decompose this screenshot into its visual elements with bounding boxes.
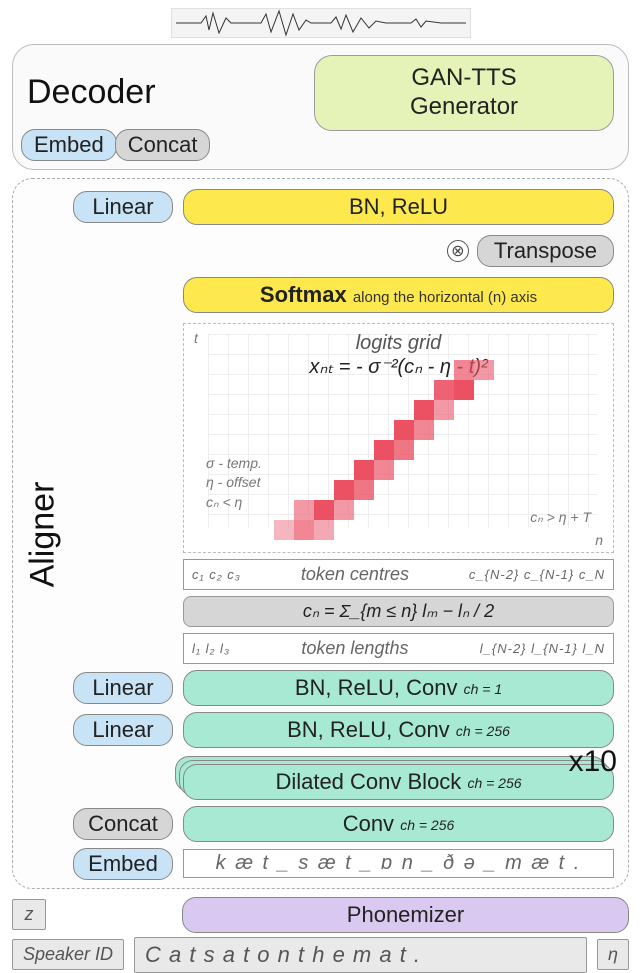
bn-relu-conv-1: BN, ReLU, Conv ch = 1 (183, 670, 614, 706)
dilated-ch: ch = 256 (467, 775, 521, 791)
eta-note: η - offset (206, 473, 262, 493)
centres-trail: c_{N-2} c_{N-1} c_N (469, 567, 605, 582)
left-bound-note: cₙ < η (206, 493, 262, 513)
bn-relu-block: BN, ReLU (183, 189, 614, 225)
z-noise-box: z (12, 899, 46, 930)
token-lengths-strip: l₁ l₂ l₃ token lengths l_{N-2} l_{N-1} l… (183, 633, 614, 664)
softmax-note: along the horizontal (n) axis (353, 289, 537, 306)
speaker-id-box: Speaker ID (12, 939, 124, 970)
decoder-title: Decoder (27, 73, 156, 112)
ipa-text: k æ t _ s æ t _ ɒ n _ ð ə _ m æ t . (183, 849, 614, 878)
centres-mid: token centres (241, 564, 469, 585)
lengths-mid: token lengths (230, 638, 480, 659)
grid-left-notes: σ - temp. η - offset cₙ < η (206, 454, 262, 513)
dilated-conv-block: Dilated Conv Block ch = 256 x10 (183, 764, 614, 800)
grid-title: logits grid (184, 332, 613, 355)
conv2-label: BN, ReLU, Conv (287, 717, 450, 742)
aligner-title: Aligner (24, 481, 63, 587)
decoder-concat-chip: Concat (115, 129, 211, 161)
aligner-embed-chip: Embed (73, 848, 173, 880)
centres-lead: c₁ c₂ c₃ (192, 567, 241, 582)
lengths-trail: l_{N-2} l_{N-1} l_N (480, 641, 605, 656)
bn-relu-conv-2: BN, ReLU, Conv ch = 256 (183, 712, 614, 748)
grid-formula: xₙₜ = - σ⁻²(cₙ - η - t)² (184, 354, 613, 379)
aligner-concat-chip: Concat (73, 808, 173, 840)
token-centres-strip: c₁ c₂ c₃ token centres c_{N-2} c_{N-1} c… (183, 559, 614, 590)
conv-block: Conv ch = 256 (183, 806, 614, 842)
softmax-block: Softmax along the horizontal (n) axis (183, 277, 614, 313)
sigma-note: σ - temp. (206, 454, 262, 474)
conv1-ch: ch = 1 (464, 681, 503, 697)
lengths-lead: l₁ l₂ l₃ (192, 641, 230, 656)
x10-label: x10 (569, 745, 617, 779)
decoder-embed-chip: Embed (21, 129, 117, 161)
linear-chip-1: Linear (73, 672, 173, 704)
conv3-label: Conv (343, 811, 394, 836)
aligner-block: Aligner Linear BN, ReLU ⊗ Transpose Soft… (12, 178, 629, 889)
aligner-top-linear-chip: Linear (73, 191, 173, 223)
dilated-label: Dilated Conv Block (275, 769, 461, 794)
multiply-icon: ⊗ (447, 240, 469, 262)
phonemizer-block: Phonemizer (182, 897, 629, 933)
waveform-icon (171, 8, 471, 38)
right-bound-note: cₙ > η + T (530, 509, 591, 526)
softmax-label: Softmax (260, 282, 347, 307)
axis-n-label: n (595, 532, 603, 548)
gan-tts-generator-block: GAN-TTS Generator (314, 55, 614, 131)
transpose-chip: Transpose (477, 235, 614, 267)
conv3-ch: ch = 256 (400, 817, 454, 833)
linear-chip-2: Linear (73, 714, 173, 746)
decoder-block: Decoder GAN-TTS Generator Embed Concat (12, 44, 629, 170)
logits-grid-panel: t n logits grid xₙₜ = - σ⁻²(cₙ - η - t)²… (183, 323, 614, 553)
eta-offset-box: η (597, 939, 629, 970)
conv1-label: BN, ReLU, Conv (295, 675, 458, 700)
gan-tts-label: GAN-TTS Generator (345, 64, 583, 122)
input-text-box: C a t s a t o n t h e m a t . (134, 937, 587, 973)
centre-formula-box: cₙ = Σ_{m ≤ n} lₘ − lₙ / 2 (183, 596, 614, 627)
conv2-ch: ch = 256 (456, 723, 510, 739)
